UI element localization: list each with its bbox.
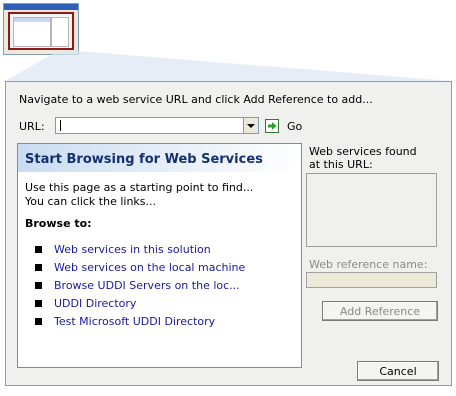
list-item: Web services on the local machine [35, 258, 245, 276]
services-found-label-line-2: at this URL: [309, 158, 373, 171]
chevron-down-icon [247, 123, 255, 128]
list-item: Web services in this solution [35, 240, 245, 258]
bullet-icon [35, 263, 42, 271]
callout-wedge [5, 51, 452, 81]
panel-title: Start Browsing for Web Services [25, 152, 263, 167]
go-arrow-icon[interactable] [265, 119, 279, 133]
text-caret [60, 120, 61, 131]
browse-links-list: Web services in this solution Web servic… [35, 240, 245, 330]
browse-panel: Start Browsing for Web Services Use this… [17, 143, 302, 368]
link-solution-services[interactable]: Web services in this solution [54, 243, 211, 256]
add-reference-button[interactable]: Add Reference [322, 301, 438, 321]
url-label: URL: [19, 120, 45, 133]
list-item: UDDI Directory [35, 294, 245, 312]
panel-description: Use this page as a starting point to fin… [25, 181, 253, 209]
bullet-icon [35, 281, 42, 289]
services-found-label: Web services found at this URL: [309, 145, 417, 171]
add-web-reference-dialog: Navigate to a web service URL and click … [5, 81, 452, 386]
web-reference-name-input[interactable] [306, 272, 437, 288]
link-uddi-directory[interactable]: UDDI Directory [54, 297, 136, 310]
web-reference-name-label: Web reference name: [309, 258, 428, 271]
list-item: Browse UDDI Servers on the loc... [35, 276, 245, 294]
bullet-icon [35, 245, 42, 253]
url-combobox[interactable] [55, 117, 259, 134]
services-found-label-line-1: Web services found [309, 145, 417, 158]
url-dropdown-button[interactable] [243, 118, 258, 133]
panel-description-line-1: Use this page as a starting point to fin… [25, 181, 254, 194]
bullet-icon [35, 317, 42, 325]
list-item: Test Microsoft UDDI Directory [35, 312, 245, 330]
instruction-text: Navigate to a web service URL and click … [19, 93, 373, 106]
bullet-icon [35, 299, 42, 307]
panel-description-line-2: You can click the links... [25, 195, 157, 208]
go-link[interactable]: Go [287, 120, 302, 133]
link-browse-uddi-servers[interactable]: Browse UDDI Servers on the loc... [54, 279, 240, 292]
link-test-uddi-directory[interactable]: Test Microsoft UDDI Directory [54, 315, 215, 328]
cancel-button[interactable]: Cancel [357, 361, 439, 381]
browse-to-label: Browse to: [25, 217, 92, 230]
services-found-list[interactable] [306, 173, 437, 247]
link-local-machine-services[interactable]: Web services on the local machine [54, 261, 245, 274]
